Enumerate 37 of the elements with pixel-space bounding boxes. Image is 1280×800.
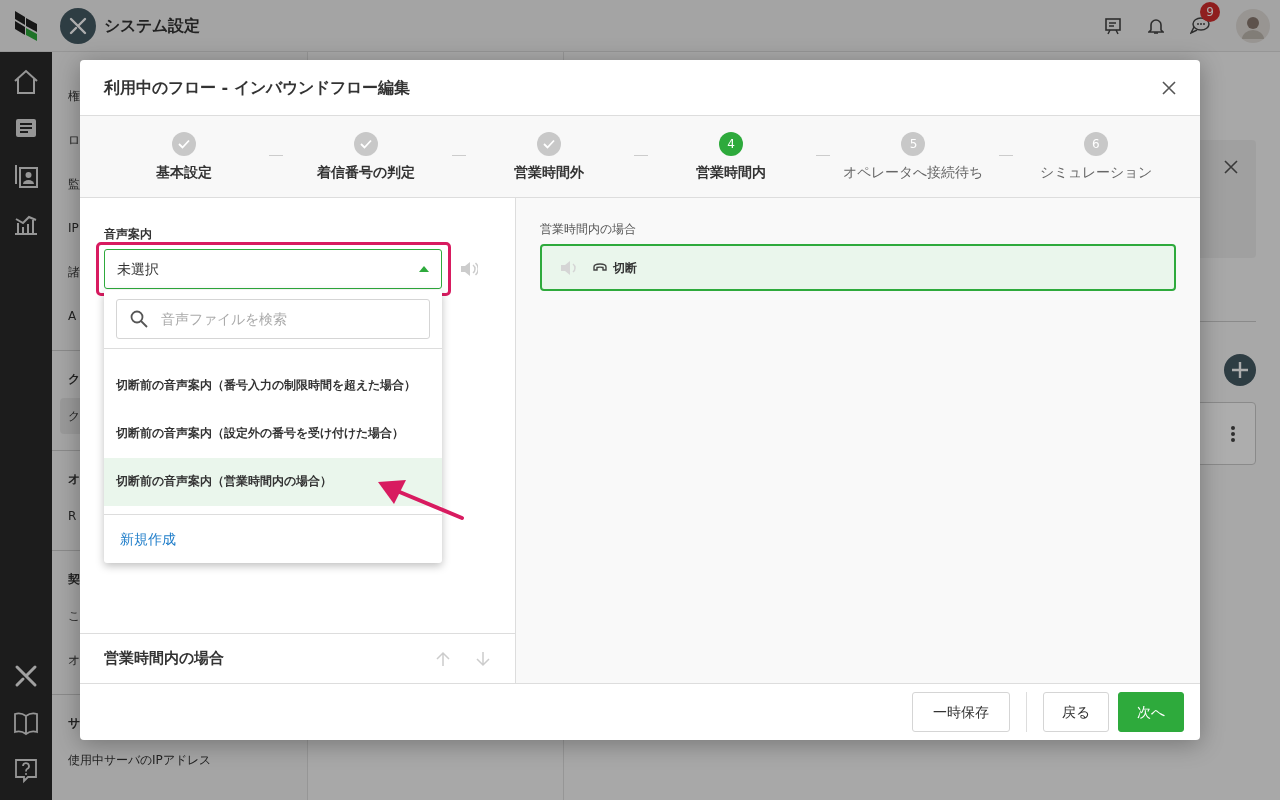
step-label: 営業時間内 xyxy=(696,163,767,182)
contact-icon[interactable] xyxy=(12,162,40,190)
speaker-icon xyxy=(560,260,578,275)
step-label: シミュレーション xyxy=(1039,163,1152,182)
back-button[interactable]: 戻る xyxy=(1043,692,1109,732)
dialog-title: 利用中のフロー - インバウンドフロー編集 xyxy=(104,76,410,99)
preview-label: 営業時間内の場合 xyxy=(540,221,637,238)
step-label: オペレータへ接続待ち xyxy=(843,163,984,182)
help-icon[interactable] xyxy=(12,756,40,784)
avatar[interactable] xyxy=(1236,8,1270,43)
bell-icon[interactable] xyxy=(1148,16,1164,35)
action-label: 切断 xyxy=(613,259,637,277)
add-icon[interactable] xyxy=(1224,354,1256,386)
search-icon xyxy=(130,310,148,328)
close-icon[interactable] xyxy=(1224,160,1238,174)
book-icon[interactable] xyxy=(12,709,40,737)
logo-icon xyxy=(15,10,37,41)
home-icon[interactable] xyxy=(12,68,40,96)
step-label: 基本設定 xyxy=(156,163,213,182)
dropdown-option[interactable]: 切断前の音声案内（営業時間内の場合） xyxy=(104,458,442,506)
board-icon[interactable] xyxy=(1104,16,1122,35)
select-field[interactable]: 未選択 xyxy=(104,249,442,289)
close-icon[interactable] xyxy=(1162,80,1176,95)
section-title: 営業時間内の場合 xyxy=(104,648,224,668)
flow-step-card[interactable]: 切断 xyxy=(540,244,1176,291)
step-label: 着信番号の判定 xyxy=(317,163,416,182)
step-indicator: 4 xyxy=(719,132,744,156)
more-icon[interactable] xyxy=(1231,425,1235,442)
chat-icon[interactable] xyxy=(1190,17,1210,36)
notification-badge: 9 xyxy=(1200,1,1220,22)
sidebar-item[interactable]: 使用中サーバのIPアドレス xyxy=(52,738,307,782)
step-label: 営業時間外 xyxy=(513,163,584,182)
field-label: 音声案内 xyxy=(104,228,152,240)
hang-up-icon xyxy=(592,263,608,272)
save-draft-button[interactable]: 一時保存 xyxy=(912,692,1010,732)
page-title: システム設定 xyxy=(104,14,200,37)
search-field[interactable]: 音声ファイルを検索 xyxy=(116,299,430,339)
